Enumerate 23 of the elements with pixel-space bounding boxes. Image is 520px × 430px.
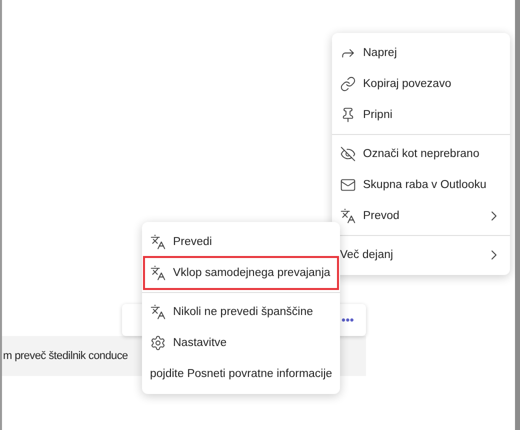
menu-item[interactable]: Kopiraj povezavo bbox=[335, 69, 507, 99]
settings-icon bbox=[150, 335, 166, 351]
translate-icon bbox=[150, 304, 166, 320]
menu-item[interactable]: Skupna raba v Outlooku bbox=[335, 170, 507, 200]
link-icon bbox=[340, 76, 356, 92]
translate-icon bbox=[150, 234, 166, 250]
mail-icon bbox=[340, 177, 356, 193]
more-options-button[interactable]: ••• bbox=[337, 311, 358, 329]
menu-item[interactable]: Nastavitve bbox=[145, 328, 337, 358]
pin-icon bbox=[340, 107, 356, 123]
menu-item[interactable]: Pripni bbox=[335, 100, 507, 130]
menu-item[interactable]: Nikoli ne prevedi španščine bbox=[145, 297, 337, 327]
menu-item[interactable]: Prevedi bbox=[145, 227, 337, 257]
translate-icon bbox=[340, 208, 356, 224]
menu-item[interactable]: pojdite Posneti povratne informacije bbox=[145, 359, 337, 389]
menu-item[interactable]: Vklop samodejnega prevajanja bbox=[145, 258, 337, 288]
menu-item[interactable]: Naprej bbox=[335, 38, 507, 68]
menu-item[interactable]: Več dejanj bbox=[335, 240, 507, 270]
message-text: m preveč štedilnik conduce bbox=[3, 350, 128, 362]
menu-item[interactable]: Označi kot neprebrano bbox=[335, 139, 507, 169]
eye-off-icon bbox=[340, 146, 356, 162]
translate-icon bbox=[150, 265, 166, 281]
menu-item[interactable]: Prevod bbox=[335, 201, 507, 231]
